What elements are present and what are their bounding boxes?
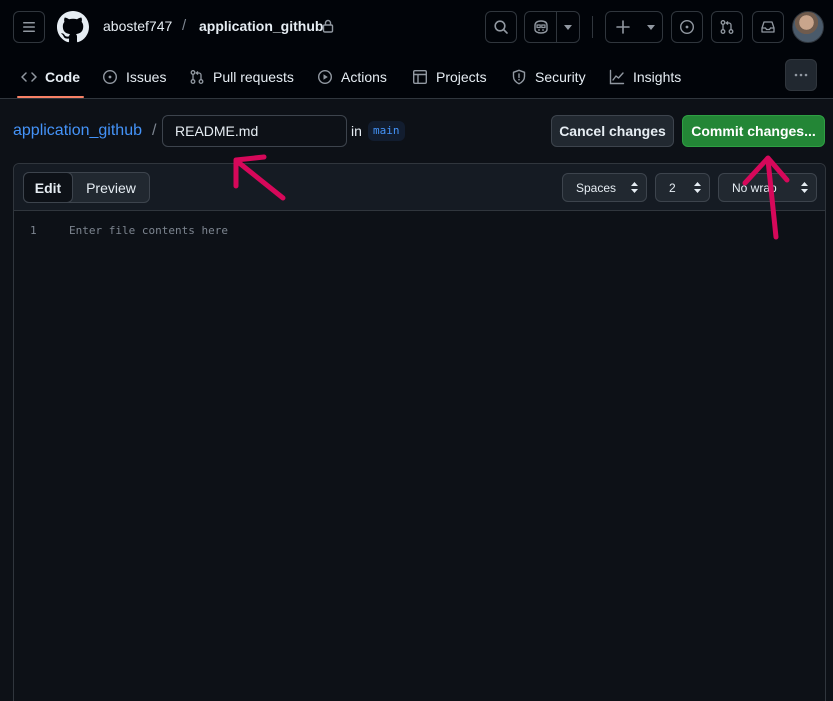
copilot-button[interactable] <box>525 12 558 42</box>
tab-pull-requests[interactable]: Pull requests <box>189 56 294 98</box>
indent-size-value: 2 <box>669 180 676 195</box>
kebab-horizontal-icon <box>794 73 808 77</box>
path-separator: / <box>152 122 157 139</box>
issue-opened-icon <box>102 69 118 85</box>
line-wrap-value: No wrap <box>732 180 777 195</box>
line-number: 1 <box>30 224 37 237</box>
tab-security-label: Security <box>535 69 586 85</box>
graph-icon <box>609 69 625 85</box>
repo-path-link[interactable]: application_github <box>13 122 142 140</box>
indent-mode-value: Spaces <box>576 180 617 195</box>
tab-security[interactable]: Security <box>511 56 586 98</box>
tab-insights-label: Insights <box>633 69 682 85</box>
tab-issues-label: Issues <box>126 69 167 85</box>
inbox-icon <box>761 21 775 33</box>
issue-opened-icon <box>679 19 695 35</box>
breadcrumb-owner-link[interactable]: abostef747 <box>103 18 172 34</box>
user-avatar[interactable] <box>792 11 824 43</box>
in-branch-label: in <box>351 123 362 139</box>
hamburger-menu-button[interactable] <box>13 11 45 43</box>
file-editor: Edit Preview Spaces 2 No wrap 1 Enter fi… <box>13 163 826 701</box>
select-arrows-icon <box>631 182 638 193</box>
breadcrumb-repo-link[interactable]: application_github <box>199 18 323 34</box>
tab-projects-label: Projects <box>436 69 487 85</box>
more-options-button[interactable] <box>785 59 817 91</box>
editor-content-area[interactable]: Enter file contents here <box>69 224 228 237</box>
lock-icon <box>322 19 334 33</box>
triangle-down-icon <box>647 24 655 30</box>
git-pull-request-icon <box>720 20 734 34</box>
copilot-icon <box>534 20 548 34</box>
tab-actions-label: Actions <box>341 69 387 85</box>
play-icon <box>317 69 333 85</box>
git-pull-request-icon <box>190 70 204 84</box>
select-arrows-icon <box>801 182 808 193</box>
your-issues-button[interactable] <box>671 11 703 43</box>
table-icon <box>413 70 428 85</box>
tab-issues[interactable]: Issues <box>102 56 166 98</box>
repo-navigation: Code Issues Pull requests Actions Projec… <box>0 56 833 98</box>
cancel-changes-button[interactable]: Cancel changes <box>551 115 674 147</box>
tab-preview[interactable]: Preview <box>73 173 149 202</box>
hamburger-icon <box>23 22 35 32</box>
commit-changes-button[interactable]: Commit changes... <box>682 115 825 147</box>
shield-icon <box>512 69 526 85</box>
select-arrows-icon <box>694 182 701 193</box>
triangle-down-icon <box>564 24 573 30</box>
header-divider <box>592 16 593 38</box>
tab-actions[interactable]: Actions <box>317 56 387 98</box>
tab-projects[interactable]: Projects <box>412 56 487 98</box>
search-button[interactable] <box>485 11 517 43</box>
branch-name-badge: main <box>368 121 405 141</box>
indent-mode-select[interactable]: Spaces <box>562 173 647 202</box>
copilot-button-group <box>524 11 580 43</box>
copilot-dropdown-button[interactable] <box>557 12 579 42</box>
tab-code-label: Code <box>45 69 80 85</box>
line-wrap-select[interactable]: No wrap <box>718 173 817 202</box>
indent-size-select[interactable]: 2 <box>655 173 710 202</box>
filename-input[interactable] <box>162 115 347 147</box>
tab-insights[interactable]: Insights <box>609 56 681 98</box>
edit-preview-toggle: Edit Preview <box>23 172 150 203</box>
search-icon <box>494 20 508 34</box>
breadcrumb-separator: / <box>182 17 187 34</box>
plus-icon <box>616 20 630 34</box>
inbox-button[interactable] <box>752 11 784 43</box>
create-new-button[interactable] <box>605 11 663 43</box>
tab-edit[interactable]: Edit <box>23 172 73 203</box>
editor-toolbar: Edit Preview Spaces 2 No wrap <box>14 164 825 211</box>
tab-pull-requests-label: Pull requests <box>213 69 294 85</box>
global-header: abostef747 / application_github Code Iss… <box>0 0 833 99</box>
github-logo-icon[interactable] <box>57 11 89 43</box>
tab-code[interactable]: Code <box>17 56 84 98</box>
code-icon <box>21 72 37 82</box>
your-pull-requests-button[interactable] <box>711 11 743 43</box>
